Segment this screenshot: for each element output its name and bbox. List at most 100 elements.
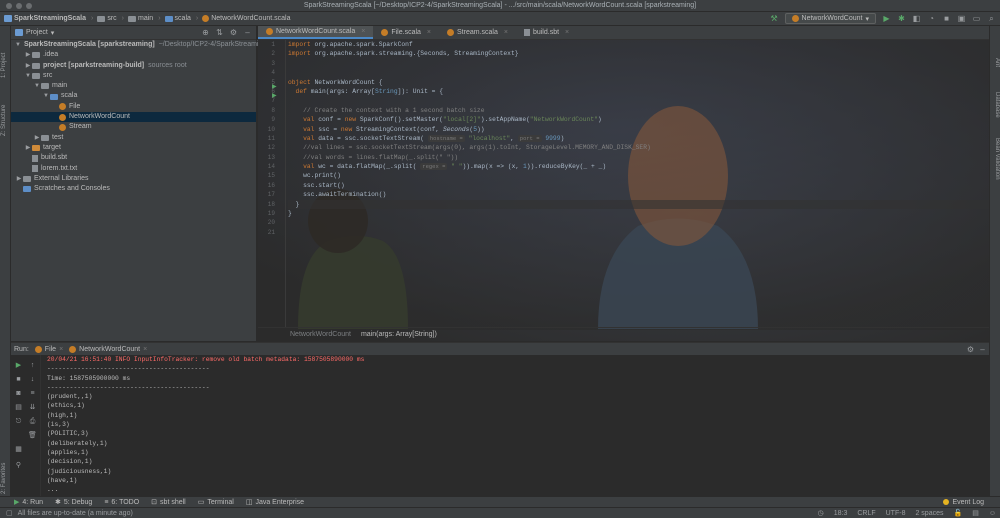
coverage-icon[interactable]: ◧ [912,14,921,23]
database-tool-tab[interactable]: Database [994,92,1000,118]
layout-icon[interactable]: ▦ [14,445,23,454]
tool-tab-debug[interactable]: ✱ 5: Debug [55,498,92,507]
file-encoding[interactable]: UTF-8 [886,510,906,517]
run-config-select[interactable]: NetworkWordCount ▾ [784,13,876,24]
tree-item[interactable]: ▼ src [11,71,256,81]
scroll-down-icon[interactable]: ↓ [28,375,37,384]
tree-item[interactable]: ▼ main [11,81,256,91]
debug-icon[interactable]: ✱ [897,14,906,23]
nav-crumb-main[interactable]: main › [128,15,161,22]
trash-icon[interactable]: 🗑 [28,431,37,440]
breadcrumb-object[interactable]: NetworkWordCount [290,331,351,338]
lock-icon[interactable]: 🔓 [954,509,963,517]
tree-item[interactable]: ▶ .idea [11,50,256,60]
ant-tool-tab[interactable]: Ant [994,58,1000,67]
chevron-down-icon[interactable]: ▼ [24,71,32,81]
status-toggle-icon[interactable]: ▢ [6,509,13,517]
restore-layout-icon[interactable]: ▤ [14,403,23,412]
run-tab-networkwordcount[interactable]: NetworkWordCount × [69,345,147,353]
nav-crumb-file[interactable]: NetworkWordCount.scala [202,15,290,22]
build-hammer-icon[interactable]: ⚒ [770,14,779,23]
tree-item[interactable]: ▶ target [11,143,256,153]
chevron-down-icon[interactable]: ▼ [42,91,50,101]
pin-icon[interactable]: ⚲ [14,461,23,470]
tree-item[interactable]: ▼ SparkStreamingScala [sparkstreaming] ~/D… [11,40,258,50]
exit-icon[interactable]: ⎋ [14,417,23,426]
close-tab-icon[interactable]: × [143,346,147,353]
tree-item[interactable]: Stream [11,122,256,132]
search-icon[interactable]: ⌕ [987,14,996,23]
editor-tab-networkwordcount[interactable]: NetworkWordCount.scala × [258,26,374,39]
tree-item[interactable]: ▼ scala [11,91,256,101]
tool-tab-sbt-shell[interactable]: ⊡ sbt shell [151,498,186,507]
rerun-icon[interactable]: ▶ [14,361,23,370]
tool-tab-run[interactable]: ▶ 4: Run [14,498,43,507]
tree-item[interactable]: ▶ External Libraries [11,174,256,184]
print-icon[interactable]: ⎙ [28,417,37,426]
indent-setting[interactable]: 2 spaces [915,510,943,517]
project-structure-icon[interactable]: ▣ [957,14,966,23]
soft-wrap-icon[interactable]: ≡ [28,389,37,398]
run-tab-file[interactable]: File × [34,345,63,353]
event-log-button[interactable]: Event Log [943,499,984,506]
editor-tab-build-sbt[interactable]: build.sbt × [516,26,577,39]
close-tab-icon[interactable]: × [565,29,569,36]
chevron-right-icon[interactable]: ▶ [24,61,32,71]
line-separator[interactable]: CRLF [857,510,875,517]
memory-icon[interactable]: ▤ [972,509,979,517]
nav-crumb-project[interactable]: SparkStreamingScala › [4,15,93,22]
locate-file-icon[interactable]: ⊕ [201,28,210,37]
gear-icon[interactable]: ⚙ [229,28,238,37]
close-tab-icon[interactable]: × [361,28,365,35]
scroll-to-end-icon[interactable]: ⇊ [28,403,37,412]
clock-icon: ◷ [817,510,824,517]
tree-item[interactable]: lorem.txt.txt [11,164,256,174]
close-tab-icon[interactable]: × [504,29,508,36]
bean-validation-tool-tab[interactable]: Bean Validation [994,138,1000,180]
caret-position[interactable]: 18:3 [834,510,848,517]
chevron-right-icon[interactable]: ▶ [15,174,23,184]
tree-item[interactable]: build.sbt [11,153,256,163]
chevron-down-icon[interactable]: ▼ [33,81,41,91]
tool-tab-todo[interactable]: ≡ 6: TODO [104,499,139,506]
structure-tool-tab[interactable]: Z: Structure [1,105,7,136]
breadcrumb-method[interactable]: main(args: Array[String]) [361,331,437,338]
run-icon[interactable]: ▶ [882,14,891,23]
project-view-select[interactable]: Project [26,29,48,36]
chevron-down-icon[interactable]: ▼ [15,40,21,50]
camera-icon[interactable]: ◙ [14,389,23,398]
favorites-tool-tab[interactable]: 2: Favorites [1,463,7,494]
run-gutter-icon[interactable]: ▶ [272,92,277,99]
hide-panel-icon[interactable]: – [243,28,252,37]
profiler-icon[interactable]: ◔ [927,14,936,23]
code-area[interactable]: import org.apache.spark.SparkConf import… [288,40,989,237]
stop-icon[interactable]: ■ [14,375,23,384]
inspector-icon[interactable]: ☺ [989,510,996,517]
tree-item[interactable]: ▶ project [sparkstreaming-build] sources r… [11,61,256,71]
nav-crumb-src[interactable]: src › [97,15,124,22]
nav-crumb-scala[interactable]: scala › [164,15,198,22]
close-tab-icon[interactable]: × [427,29,431,36]
gear-icon[interactable]: ⚙ [966,345,975,354]
console-output[interactable]: 20/04/21 16:51:40 INFO InputInfoTracker:… [47,355,979,496]
tree-item[interactable]: File [11,102,256,112]
editor-tab-stream[interactable]: Stream.scala × [439,26,516,39]
project-tool-tab[interactable]: 1: Project [1,53,7,78]
chevron-right-icon[interactable]: ▶ [33,133,41,143]
editor-tab-file[interactable]: File.scala × [373,26,439,39]
chevron-right-icon[interactable]: ▶ [24,143,32,153]
tree-item[interactable]: ▶ test [11,133,256,143]
stop-icon[interactable]: ■ [942,14,951,23]
hide-panel-icon[interactable]: – [978,345,987,354]
close-tab-icon[interactable]: × [59,346,63,353]
tool-tab-terminal[interactable]: ▭ Terminal [198,498,234,507]
run-gutter-icon[interactable]: ▶ [272,83,277,90]
collapse-all-icon[interactable]: ⇅ [215,28,224,37]
tree-item[interactable]: Scratches and Consoles [11,184,256,194]
tool-tab-java-enterprise[interactable]: ◫ Java Enterprise [246,498,304,507]
chevron-down-icon[interactable]: ▾ [51,29,55,37]
scroll-up-icon[interactable]: ↑ [28,361,37,370]
tree-item[interactable]: NetworkWordCount [11,112,256,123]
layout-icon[interactable]: ▭ [972,14,981,23]
chevron-right-icon[interactable]: ▶ [24,50,32,60]
